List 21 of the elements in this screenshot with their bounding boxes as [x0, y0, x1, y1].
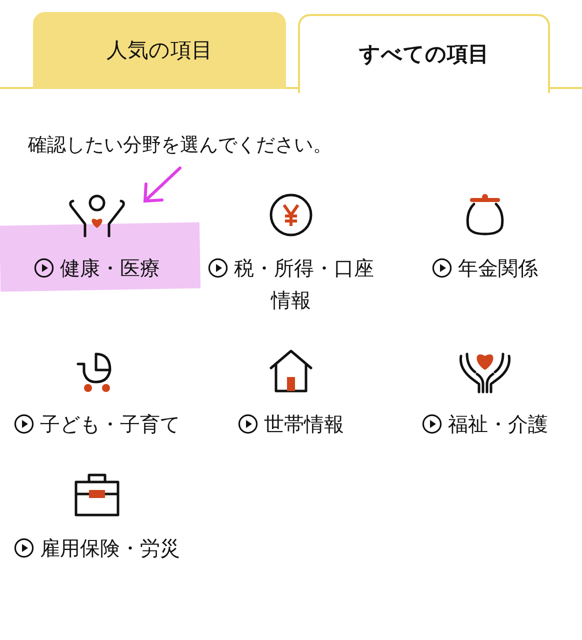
play-icon [238, 414, 258, 434]
category-link[interactable]: 雇用保険・労災 [11, 532, 183, 564]
tab[interactable]: 人気の項目 [33, 12, 286, 89]
house-icon [268, 348, 314, 394]
category-link[interactable]: 健康・医療 [11, 252, 183, 284]
person-heart-icon [67, 194, 127, 238]
play-icon [34, 258, 54, 278]
category-link[interactable]: 福祉・介護 [399, 408, 571, 440]
category-link[interactable]: 税・所得・口座情報 [205, 252, 377, 316]
category-link[interactable]: 子ども・子育て [11, 408, 183, 440]
play-icon [432, 258, 452, 278]
category-link[interactable]: 年金関係 [399, 252, 571, 284]
category-link[interactable]: 世帯情報 [205, 408, 377, 440]
yen-coin-icon [268, 192, 314, 238]
play-icon [14, 538, 34, 558]
toolbox-icon [73, 472, 121, 518]
play-icon [208, 258, 228, 278]
instruction-text: 確認したい分野を選んでください。 [27, 133, 333, 158]
play-icon [422, 414, 442, 434]
play-icon [14, 414, 34, 434]
tab[interactable]: すべての項目 [298, 14, 550, 93]
